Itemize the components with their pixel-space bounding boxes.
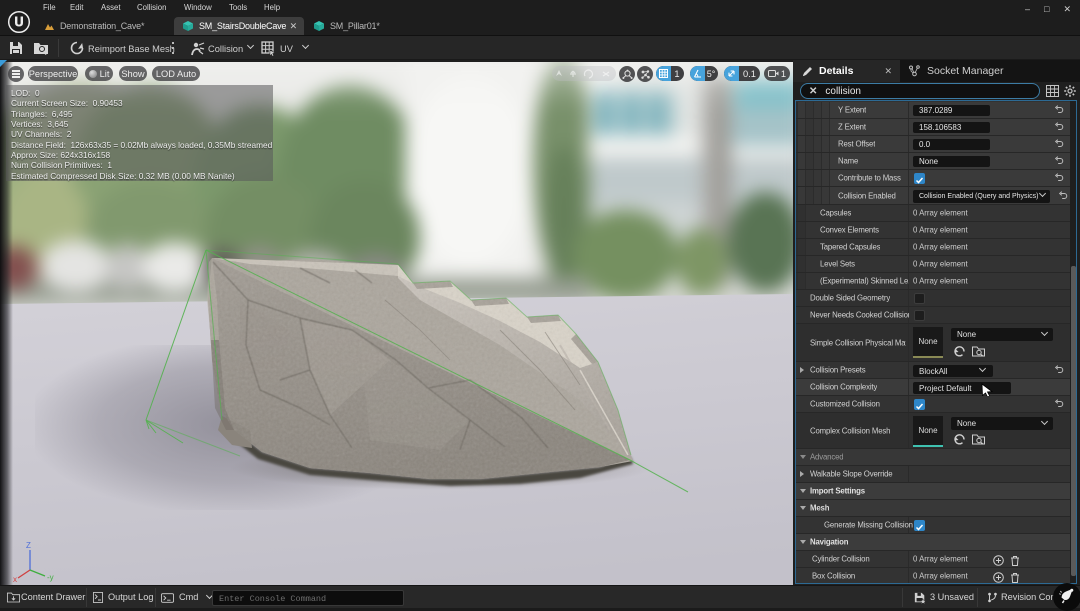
- svg-text:-y: -y: [47, 573, 54, 582]
- svg-text:x: x: [13, 575, 17, 584]
- svg-text:Z: Z: [26, 541, 31, 550]
